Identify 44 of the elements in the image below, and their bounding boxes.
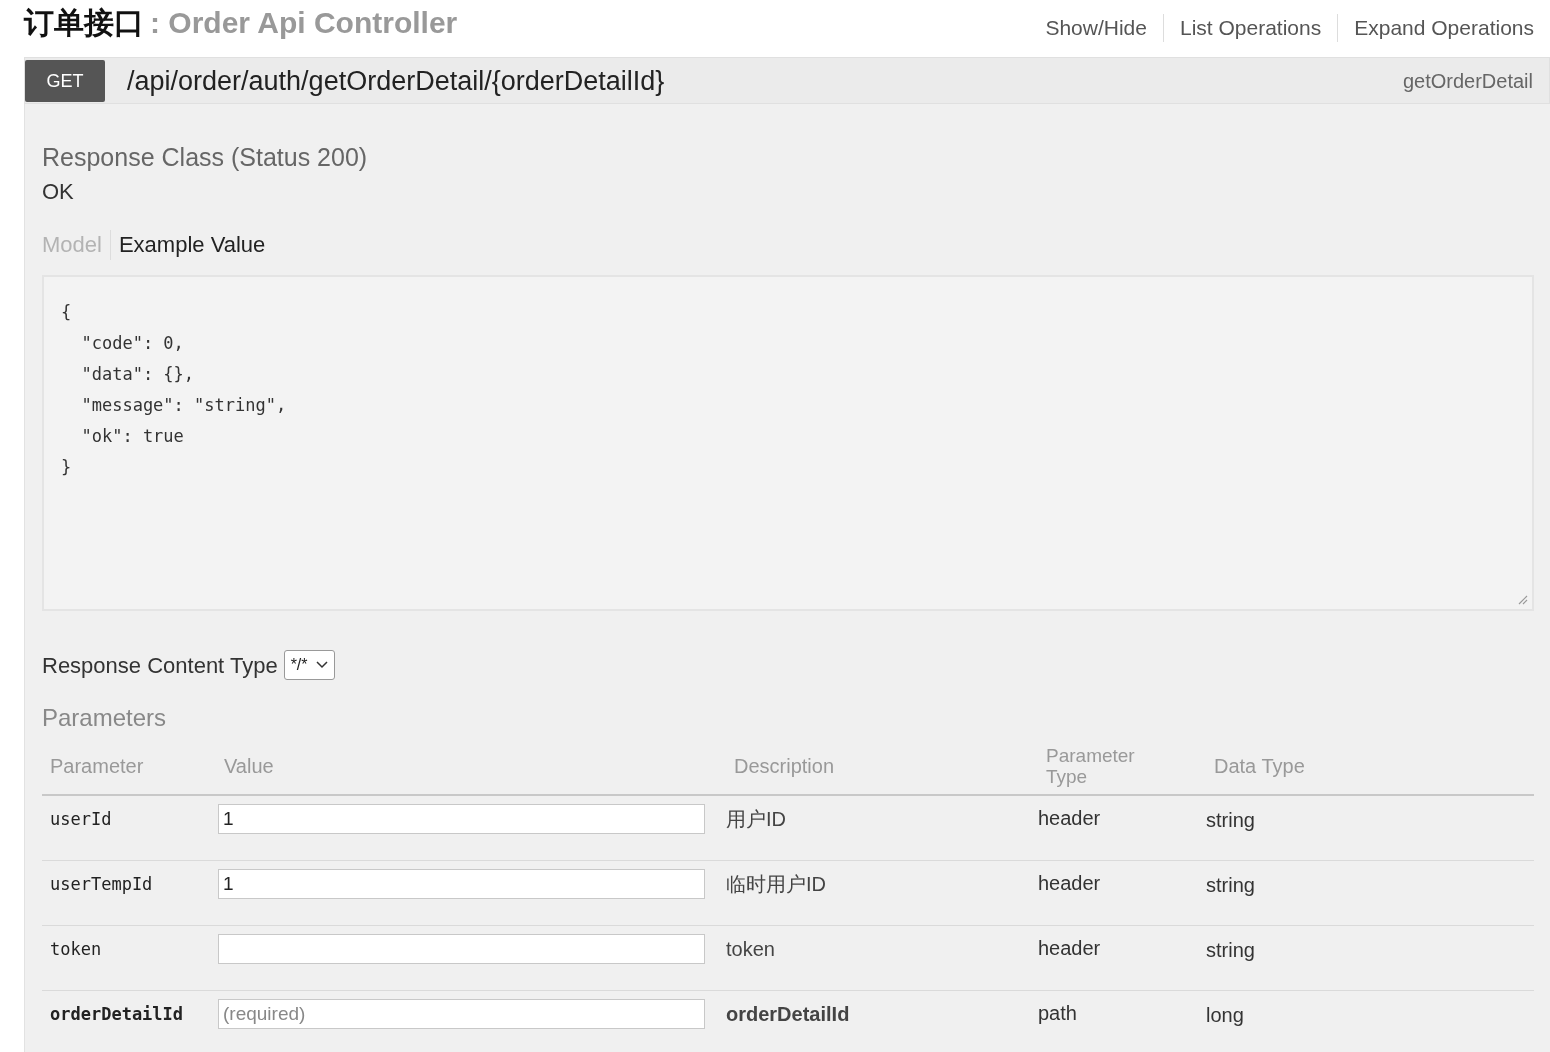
header-link[interactable]: Show/Hide — [1029, 14, 1163, 42]
example-value-box[interactable]: { "code": 0, "data": {}, "message": "string", "ok": true } — [42, 275, 1534, 611]
parameter-name: token — [50, 939, 102, 959]
data-type: string — [1206, 939, 1255, 961]
resize-grip-icon[interactable] — [1516, 593, 1528, 605]
data-type: long — [1206, 1004, 1244, 1026]
parameter-name: userId — [50, 809, 112, 829]
parameter-type: header — [1038, 807, 1101, 829]
header-link[interactable]: Expand Operations — [1337, 14, 1534, 42]
content-type-select[interactable]: */* — [283, 650, 335, 680]
parameter-value-input[interactable]: 1 — [218, 869, 705, 899]
parameter-value-input[interactable] — [218, 934, 705, 964]
response-class-text: OK — [42, 178, 74, 206]
api-group-title: 订单接口 — [24, 5, 144, 41]
parameter-type: path — [1038, 1002, 1077, 1024]
parameter-description: orderDetailId — [726, 1003, 850, 1025]
header-link[interactable]: List Operations — [1162, 14, 1338, 42]
parameter-description: 用户ID — [726, 808, 786, 830]
response-class-heading: Response Class (Status 200) — [42, 142, 368, 172]
data-type: string — [1206, 874, 1255, 896]
parameter-name: userTempId — [50, 874, 153, 894]
content-type-label: Response Content Type — [42, 651, 278, 680]
parameter-value-input[interactable]: 1 — [218, 804, 705, 834]
data-type: string — [1206, 809, 1255, 831]
parameter-description: 临时用户ID — [726, 873, 826, 895]
column-header: Data Type — [1214, 753, 1305, 779]
column-header: Value — [224, 753, 274, 779]
parameters-heading: Parameters — [42, 703, 167, 733]
operation-nickname: getOrderDetail — [1402, 68, 1533, 94]
method-badge: GET — [25, 60, 105, 102]
column-header: Parameter — [50, 753, 144, 779]
parameter-description: token — [726, 938, 775, 960]
json-code: { "code": 0, "data": {}, "message": "string", "ok": true } — [61, 301, 287, 479]
column-header: Parameter Type — [1046, 744, 1136, 787]
parameter-type: header — [1038, 937, 1101, 959]
chevron-down-icon — [315, 661, 328, 669]
model-tab[interactable]: Example Value — [109, 230, 266, 260]
controller-name: : Order Api Controller — [150, 5, 458, 41]
operation-header-bar[interactable]: GET /api/order/auth/getOrderDetail/{orderDetailId} getOrderDetail — [24, 57, 1550, 104]
parameter-name: orderDetailId — [50, 1004, 184, 1024]
column-header: Description — [734, 753, 835, 779]
parameter-value-input[interactable]: (required) — [218, 999, 705, 1029]
endpoint-path: /api/order/auth/getOrderDetail/{orderDetailId} — [127, 64, 665, 97]
parameter-type: header — [1038, 872, 1101, 894]
